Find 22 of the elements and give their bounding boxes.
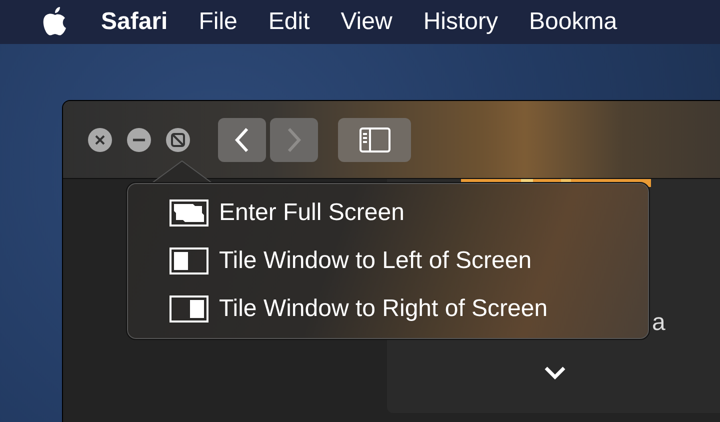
- sidebar-button[interactable]: [338, 118, 411, 162]
- sidebar-icon: [358, 126, 390, 152]
- partial-text: a: [652, 309, 666, 337]
- fullscreen-icon[interactable]: [166, 128, 190, 152]
- popover-menu-item[interactable]: Enter Full Screen: [169, 195, 649, 231]
- menu-item[interactable]: History: [423, 8, 498, 36]
- chevron-right-icon: [286, 126, 302, 152]
- menu-item[interactable]: Edit: [268, 8, 310, 36]
- back-button[interactable]: [218, 118, 266, 162]
- popover-menu-item[interactable]: Tile Window to Left of Screen: [169, 243, 649, 279]
- chevron-left-icon: [234, 126, 250, 152]
- menu-item[interactable]: File: [198, 8, 238, 36]
- app-menu[interactable]: Safari: [101, 8, 168, 36]
- menu-item[interactable]: View: [340, 8, 392, 36]
- tile-right-icon: [169, 295, 209, 323]
- menu-item[interactable]: Bookma: [529, 8, 618, 36]
- chevron-down-icon[interactable]: [543, 365, 567, 381]
- minimize-icon[interactable]: [127, 128, 151, 152]
- tile-left-icon: [169, 247, 209, 275]
- fullscreen-icon: [169, 199, 209, 227]
- close-icon[interactable]: [88, 128, 112, 152]
- popover-menu-item[interactable]: Tile Window to Right of Screen: [169, 291, 649, 327]
